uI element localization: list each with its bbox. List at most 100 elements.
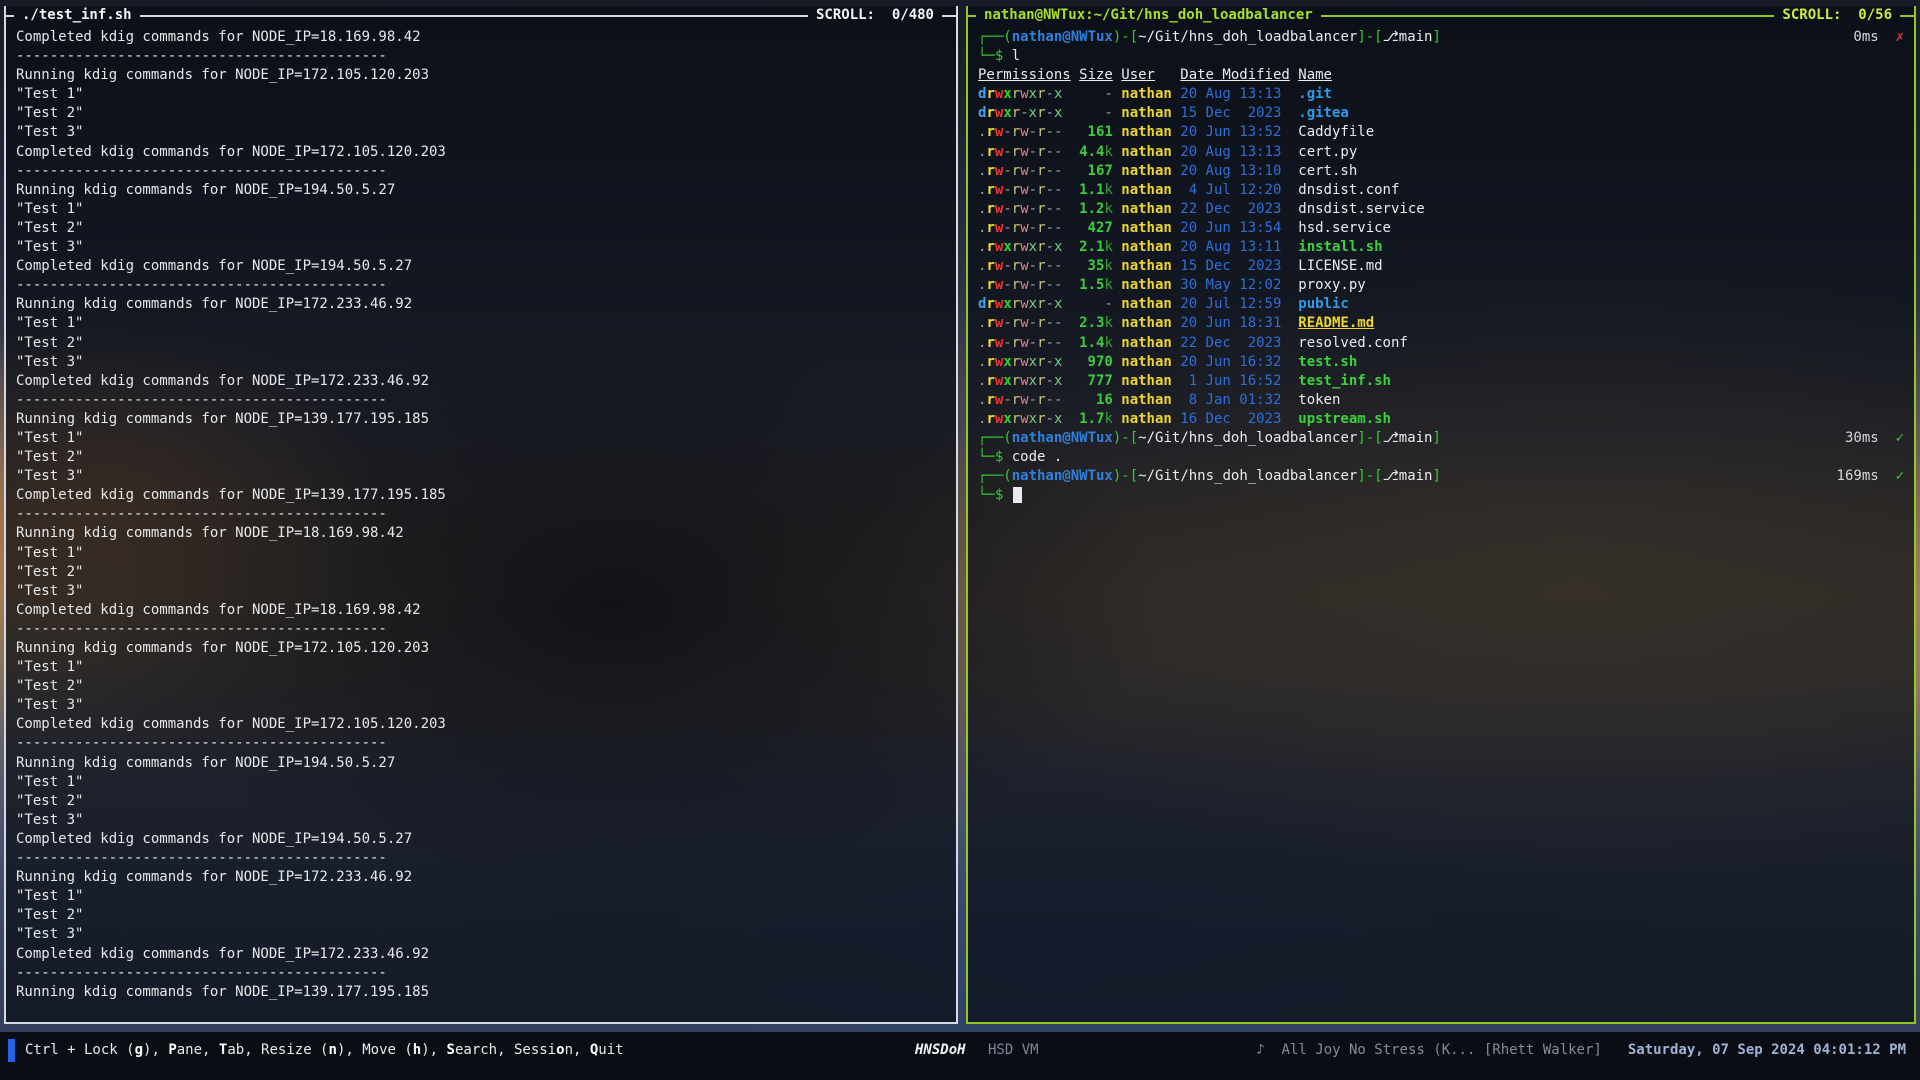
keybinding-hint-segment: uit xyxy=(598,1042,623,1058)
date-cell: 16 Dec 2023 xyxy=(1180,410,1298,429)
host-name: HSD VM xyxy=(988,1041,1039,1060)
keybinding-hint-segment: Ctrl + Lock ( xyxy=(25,1042,135,1058)
date-cell: 4 Jul 12:20 xyxy=(1180,181,1298,200)
right-pane-top-border: nathan@NWTux:~/Git/hns_doh_loadbalancer … xyxy=(968,6,1914,26)
tmux-pane-left[interactable]: ./test_inf.sh SCROLL: 0/480 Completed kd… xyxy=(4,6,958,1024)
terminal-output-line: "Test 2" xyxy=(16,792,956,811)
file-name: install.sh xyxy=(1298,238,1382,257)
user-cell: nathan xyxy=(1121,219,1180,238)
size-cell: 777 xyxy=(1079,372,1113,391)
terminal-output-line: "Test 2" xyxy=(16,334,956,353)
now-playing: ♪ All Joy No Stress (K... [Rhett Walker] xyxy=(1256,1041,1602,1060)
terminal-output-line: "Test 1" xyxy=(16,773,956,792)
terminal-output-line: "Test 3" xyxy=(16,467,956,486)
user-cell: nathan xyxy=(1121,353,1180,372)
size-cell: 35k xyxy=(1079,257,1113,276)
keybinding-hint-segment: ), xyxy=(421,1042,446,1058)
terminal-output-line: Completed kdig commands for NODE_IP=18.1… xyxy=(16,601,956,620)
file-row: .rw-rw-r--1.4k nathan22 Dec 2023resolved… xyxy=(978,334,1914,353)
left-pane-top-border: ./test_inf.sh SCROLL: 0/480 xyxy=(6,6,956,26)
size-cell: 2.1k xyxy=(1079,238,1113,257)
prompt-user-host: nathan@NWTux xyxy=(1012,29,1113,45)
permissions-cell: drwxrwxr-x xyxy=(978,85,1079,104)
right-pane-content[interactable]: ┌──(nathan@NWTux)-[~/Git/hns_doh_loadbal… xyxy=(968,26,1914,505)
permissions-cell: .rw-rw-r-- xyxy=(978,200,1079,219)
command-duration: 169ms ✓ xyxy=(1837,467,1904,486)
command-duration: 30ms ✓ xyxy=(1845,429,1904,448)
terminal-output-line: "Test 2" xyxy=(16,448,956,467)
file-row: drwxr-xr-x- nathan15 Dec 2023.gitea xyxy=(978,104,1914,123)
terminal-output-line: Completed kdig commands for NODE_IP=172.… xyxy=(16,143,956,162)
file-name: Caddyfile xyxy=(1298,123,1374,142)
keybinding-hint-segment: ), xyxy=(143,1042,168,1058)
git-branch-name: main xyxy=(1399,29,1433,45)
permissions-cell: .rwxrwxr-x xyxy=(978,372,1079,391)
status-accent-block xyxy=(8,1039,15,1062)
terminal-output-line: Completed kdig commands for NODE_IP=194.… xyxy=(16,830,956,849)
permissions-cell: .rw-rw-r-- xyxy=(978,276,1079,295)
date-cell: 30 May 12:02 xyxy=(1180,276,1298,295)
command-line: └─$ code . xyxy=(978,448,1914,467)
left-pane-content[interactable]: Completed kdig commands for NODE_IP=18.1… xyxy=(6,26,956,1002)
terminal-output-line: "Test 2" xyxy=(16,563,956,582)
prompt-path: ~/Git/hns_doh_loadbalancer xyxy=(1138,468,1357,484)
terminal-output-line: "Test 3" xyxy=(16,238,956,257)
terminal-output-line: Completed kdig commands for NODE_IP=194.… xyxy=(16,257,956,276)
user-cell: nathan xyxy=(1121,334,1180,353)
file-name: LICENSE.md xyxy=(1298,257,1382,276)
session-name: HNSDoH xyxy=(915,1041,966,1060)
user-cell: nathan xyxy=(1121,200,1180,219)
user-cell: nathan xyxy=(1121,372,1180,391)
left-pane-title: ./test_inf.sh xyxy=(14,6,140,25)
size-cell: - xyxy=(1079,295,1113,314)
size-cell: 2.3k xyxy=(1079,314,1113,333)
permissions-cell: .rw-rw-r-- xyxy=(978,314,1079,333)
date-cell: 20 Jun 18:31 xyxy=(1180,314,1298,333)
keybinding-hint-segment: P xyxy=(168,1042,176,1058)
user-cell: nathan xyxy=(1121,391,1180,410)
file-row: drwxrwxr-x- nathan20 Aug 13:13.git xyxy=(978,85,1914,104)
date-cell: 1 Jun 16:52 xyxy=(1180,372,1298,391)
terminal-output-line: ----------------------------------------… xyxy=(16,849,956,868)
terminal-output-line: Completed kdig commands for NODE_IP=139.… xyxy=(16,486,956,505)
terminal-output-line: "Test 3" xyxy=(16,925,956,944)
keybinding-hint-segment: o xyxy=(556,1042,564,1058)
file-name: test.sh xyxy=(1298,353,1357,372)
date-cell: 20 Aug 13:13 xyxy=(1180,85,1298,104)
terminal-output-line: "Test 1" xyxy=(16,200,956,219)
terminal-output-line: "Test 1" xyxy=(16,544,956,563)
user-cell: nathan xyxy=(1121,123,1180,142)
tmux-pane-right[interactable]: nathan@NWTux:~/Git/hns_doh_loadbalancer … xyxy=(966,6,1916,1024)
terminal-output-line: Completed kdig commands for NODE_IP=172.… xyxy=(16,715,956,734)
permissions-cell: .rwxrwxr-x xyxy=(978,353,1079,372)
file-name: test_inf.sh xyxy=(1298,372,1391,391)
prompt-path: ~/Git/hns_doh_loadbalancer xyxy=(1138,430,1357,446)
file-name: resolved.conf xyxy=(1298,334,1408,353)
terminal-output-line: "Test 2" xyxy=(16,219,956,238)
git-branch-name: main xyxy=(1399,468,1433,484)
file-row: .rwxrwxr-x2.1k nathan20 Aug 13:11install… xyxy=(978,238,1914,257)
git-branch-icon: ⎇ xyxy=(1383,29,1399,45)
date-cell: 20 Jul 12:59 xyxy=(1180,295,1298,314)
file-name: upstream.sh xyxy=(1298,410,1391,429)
size-cell: 427 xyxy=(1079,219,1113,238)
terminal-output-line: Completed kdig commands for NODE_IP=172.… xyxy=(16,945,956,964)
terminal-output-line: Running kdig commands for NODE_IP=172.23… xyxy=(16,295,956,314)
file-name: README.md xyxy=(1298,314,1374,333)
user-cell: nathan xyxy=(1121,104,1180,123)
date-cell: 20 Aug 13:11 xyxy=(1180,238,1298,257)
terminal-output-line: Running kdig commands for NODE_IP=172.23… xyxy=(16,868,956,887)
command-line: └─$ l xyxy=(978,47,1914,66)
keybinding-hint-segment: ane, xyxy=(177,1042,219,1058)
terminal-output-line: "Test 1" xyxy=(16,429,956,448)
right-pane-scroll-indicator: SCROLL: 0/56 xyxy=(1774,6,1900,25)
terminal-cursor xyxy=(1013,487,1022,503)
typed-command: code . xyxy=(1012,449,1063,465)
permissions-cell: .rw-rw-r-- xyxy=(978,219,1079,238)
date-cell: 22 Dec 2023 xyxy=(1180,334,1298,353)
keybinding-hint-segment: n xyxy=(329,1042,337,1058)
date-cell: 8 Jan 01:32 xyxy=(1180,391,1298,410)
now-playing-text: All Joy No Stress (K... [Rhett Walker] xyxy=(1282,1042,1602,1058)
status-right-group: ♪ All Joy No Stress (K... [Rhett Walker]… xyxy=(1256,1041,1906,1060)
file-row: .rw-rw-r--16 nathan 8 Jan 01:32token xyxy=(978,391,1914,410)
